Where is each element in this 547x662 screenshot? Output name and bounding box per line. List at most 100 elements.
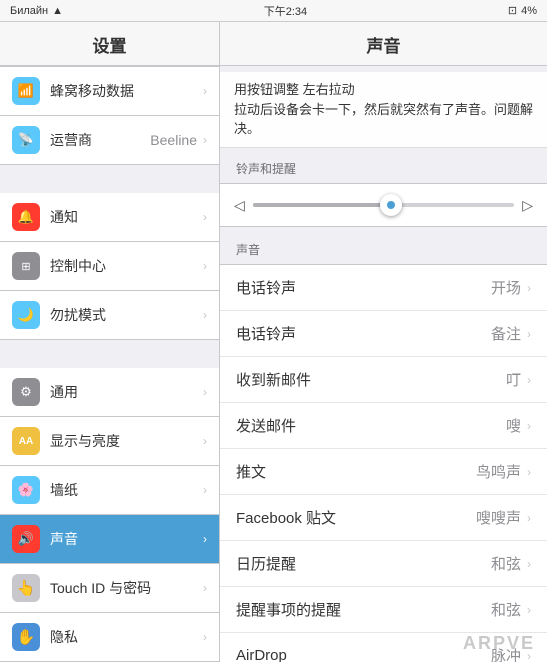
dnd-chevron: › [203,308,207,322]
annotation-text: 用按钮调整 左右拉动 拉动后设备会卡一下，然后就突然有了声音。问题解决。 [234,82,533,136]
volume-section: ◁ ▷ [220,183,547,227]
privacy-icon: ✋ [12,623,40,651]
sound-value-3: 嗖 [506,415,521,436]
sidebar-item-controlcenter[interactable]: ⊞ 控制中心 › [0,242,219,291]
carrier-icon: 📡 [12,126,40,154]
display-label: 显示与亮度 [50,431,203,451]
sound-label-8: AirDrop [236,647,491,662]
sound-chevron-2: › [527,373,531,387]
sound-value-1: 备注 [491,323,521,344]
carrier-label-item: 运营商 [50,130,150,150]
sound-row-3[interactable]: 发送邮件 嗖 › [220,403,547,449]
wallpaper-label: 墙纸 [50,480,203,500]
sound-value-5: 嗖嗖声 [476,507,521,528]
sound-value-7: 和弦 [491,599,521,620]
sound-label-5: Facebook 贴文 [236,507,476,528]
main-layout: 设置 📶 蜂窝移动数据 › 📡 运营商 Beeline › 🔔 通知 › [0,22,547,662]
status-left: Билайн ▲ [10,5,63,17]
sidebar-title: 设置 [0,22,219,66]
sounds-section-title: 声音 [220,227,547,264]
sound-label-4: 推文 [236,461,476,482]
privacy-chevron: › [203,630,207,644]
sidebar-item-wallpaper[interactable]: 🌸 墙纸 › [0,466,219,515]
sound-chevron-5: › [527,511,531,525]
privacy-label: 隐私 [50,627,203,647]
controlcenter-chevron: › [203,259,207,273]
battery-icon: ⊡ [508,4,517,17]
carrier-chevron: › [203,133,207,147]
volume-fill [253,203,397,207]
status-right: ⊡ 4% [508,4,537,17]
sound-label-1: 电话铃声 [236,323,491,344]
sound-row-6[interactable]: 日历提醒 和弦 › [220,541,547,587]
notifications-label: 通知 [50,207,203,227]
battery-label: 4% [521,5,537,17]
touchid-chevron: › [203,581,207,595]
sound-row-1[interactable]: 电话铃声 备注 › [220,311,547,357]
sound-chevron-0: › [527,281,531,295]
wallpaper-chevron: › [203,483,207,497]
sound-label-3: 发送邮件 [236,415,506,436]
touchid-label: Touch ID 与密码 [50,578,203,598]
sound-chevron-4: › [527,465,531,479]
sounds-chevron: › [203,532,207,546]
sound-row-5[interactable]: Facebook 贴文 嗖嗖声 › [220,495,547,541]
sound-chevron-1: › [527,327,531,341]
sound-value-2: 叮 [506,369,521,390]
sound-row-2[interactable]: 收到新邮件 叮 › [220,357,547,403]
sounds-list: 电话铃声 开场 › 电话铃声 备注 › 收到新邮件 叮 › 发送邮件 嗖 › 推… [220,264,547,662]
sound-chevron-3: › [527,419,531,433]
sound-value-6: 和弦 [491,553,521,574]
sound-row-0[interactable]: 电话铃声 开场 › [220,265,547,311]
right-panel-title: 声音 [220,22,547,66]
volume-low-icon: ◁ [234,197,245,214]
sound-chevron-6: › [527,557,531,571]
sound-value-4: 鸟鸣声 [476,461,521,482]
sound-value-0: 开场 [491,277,521,298]
sound-row-4[interactable]: 推文 鸟鸣声 › [220,449,547,495]
sidebar-item-dnd[interactable]: 🌙 勿扰模式 › [0,291,219,340]
controlcenter-label: 控制中心 [50,256,203,276]
cellular-chevron: › [203,84,207,98]
notifications-icon: 🔔 [12,203,40,231]
sidebar-item-cellular[interactable]: 📶 蜂窝移动数据 › [0,66,219,116]
status-time: 下午2:34 [264,3,307,19]
sidebar-item-carrier[interactable]: 📡 运营商 Beeline › [0,116,219,165]
volume-thumb[interactable] [380,194,402,216]
volume-row: ◁ ▷ [234,194,533,216]
sidebar-item-notifications[interactable]: 🔔 通知 › [0,193,219,242]
sidebar-item-touchid[interactable]: 👆 Touch ID 与密码 › [0,564,219,613]
ringer-section-title: 铃声和提醒 [220,146,547,183]
sound-label-7: 提醒事项的提醒 [236,599,491,620]
sidebar-item-sounds[interactable]: 🔊 声音 › [0,515,219,564]
annotation-overlay: 用按钮调整 左右拉动 拉动后设备会卡一下，然后就突然有了声音。问题解决。 [220,72,547,148]
sidebar-item-privacy[interactable]: ✋ 隐私 › [0,613,219,662]
volume-high-icon: ▷ [522,197,533,214]
sound-chevron-7: › [527,603,531,617]
volume-slider[interactable] [253,194,514,216]
sound-label-6: 日历提醒 [236,553,491,574]
touchid-icon: 👆 [12,574,40,602]
general-icon: ⚙ [12,378,40,406]
sidebar-gap-1 [0,165,219,193]
volume-thumb-inner [387,201,395,209]
dnd-icon: 🌙 [12,301,40,329]
right-panel: 声音 用按钮调整 左右拉动 拉动后设备会卡一下，然后就突然有了声音。问题解决。 … [220,22,547,662]
sound-label-0: 电话铃声 [236,277,491,298]
cellular-label: 蜂窝移动数据 [50,81,203,101]
sound-row-7[interactable]: 提醒事项的提醒 和弦 › [220,587,547,633]
sidebar: 设置 📶 蜂窝移动数据 › 📡 运营商 Beeline › 🔔 通知 › [0,22,220,662]
carrier-label: Билайн [10,5,48,17]
general-label: 通用 [50,382,203,402]
watermark: ARPVE [463,633,535,654]
sounds-icon: 🔊 [12,525,40,553]
sidebar-item-display[interactable]: AA 显示与亮度 › [0,417,219,466]
status-bar: Билайн ▲ 下午2:34 ⊡ 4% [0,0,547,22]
volume-track [253,203,514,207]
carrier-value: Beeline [150,132,197,148]
notifications-chevron: › [203,210,207,224]
wallpaper-icon: 🌸 [12,476,40,504]
display-chevron: › [203,434,207,448]
sidebar-item-general[interactable]: ⚙ 通用 › [0,368,219,417]
sidebar-section-top: 📶 蜂窝移动数据 › 📡 运营商 Beeline › 🔔 通知 › ⊞ 控制中心… [0,66,219,662]
